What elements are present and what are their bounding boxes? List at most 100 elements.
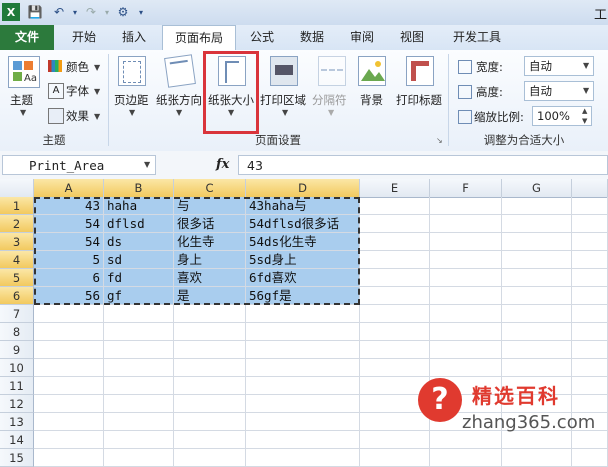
- table-cell[interactable]: [34, 413, 104, 431]
- row-header[interactable]: 12: [0, 395, 34, 413]
- table-cell[interactable]: [34, 377, 104, 395]
- paper-size-button[interactable]: 纸张大小: [208, 92, 254, 108]
- table-cell[interactable]: [34, 449, 104, 467]
- scale-spinner-icon[interactable]: ▲ ▼: [582, 106, 587, 126]
- select-all-corner[interactable]: [0, 179, 34, 197]
- breaks-icon[interactable]: [318, 56, 346, 86]
- page-setup-launcher-icon[interactable]: ↘: [436, 136, 443, 145]
- column-header[interactable]: G: [502, 179, 572, 197]
- table-cell[interactable]: sd: [104, 251, 174, 269]
- row-header[interactable]: 6: [0, 287, 34, 305]
- table-cell[interactable]: 43haha与: [246, 197, 360, 215]
- table-cell[interactable]: [502, 323, 572, 341]
- tab-data[interactable]: 数据: [290, 25, 334, 50]
- breaks-button[interactable]: 分隔符: [312, 92, 347, 108]
- table-cell[interactable]: [430, 233, 502, 251]
- table-cell[interactable]: fd: [104, 269, 174, 287]
- row-header[interactable]: 8: [0, 323, 34, 341]
- table-cell[interactable]: [360, 197, 430, 215]
- table-cell[interactable]: 6fd喜欢: [246, 269, 360, 287]
- table-cell[interactable]: 喜欢: [174, 269, 246, 287]
- table-cell[interactable]: [430, 323, 502, 341]
- row-header[interactable]: 15: [0, 449, 34, 467]
- tab-formulas[interactable]: 公式: [240, 25, 284, 50]
- column-header[interactable]: A: [34, 179, 104, 197]
- effects-icon[interactable]: [48, 108, 64, 124]
- row-header[interactable]: 11: [0, 377, 34, 395]
- table-cell[interactable]: [246, 413, 360, 431]
- table-cell[interactable]: [572, 197, 608, 215]
- row-header[interactable]: 2: [0, 215, 34, 233]
- table-cell[interactable]: 是: [174, 287, 246, 305]
- column-header[interactable]: F: [430, 179, 502, 197]
- table-cell[interactable]: [174, 377, 246, 395]
- table-cell[interactable]: [430, 305, 502, 323]
- name-box-dropdown-icon[interactable]: ▼: [144, 160, 150, 169]
- fonts-dropdown-icon[interactable]: ▼: [94, 87, 100, 96]
- table-cell[interactable]: [34, 431, 104, 449]
- table-cell[interactable]: [430, 287, 502, 305]
- table-cell[interactable]: [174, 395, 246, 413]
- table-cell[interactable]: [34, 341, 104, 359]
- row-header[interactable]: 3: [0, 233, 34, 251]
- excel-app-icon[interactable]: X: [2, 3, 20, 21]
- table-cell[interactable]: [174, 413, 246, 431]
- table-cell[interactable]: [430, 341, 502, 359]
- table-cell[interactable]: haha: [104, 197, 174, 215]
- table-cell[interactable]: [572, 215, 608, 233]
- tab-home[interactable]: 开始: [62, 25, 106, 50]
- table-cell[interactable]: [104, 341, 174, 359]
- table-cell[interactable]: [572, 287, 608, 305]
- column-header[interactable]: E: [360, 179, 430, 197]
- orientation-dropdown-icon[interactable]: ▼: [176, 108, 182, 117]
- table-cell[interactable]: [360, 323, 430, 341]
- table-cell[interactable]: [502, 215, 572, 233]
- table-cell[interactable]: [246, 377, 360, 395]
- table-cell[interactable]: [246, 395, 360, 413]
- height-dropdown-icon[interactable]: ▼: [583, 86, 589, 95]
- table-cell[interactable]: [502, 449, 572, 467]
- table-cell[interactable]: [104, 377, 174, 395]
- row-header[interactable]: 14: [0, 431, 34, 449]
- table-cell[interactable]: [572, 323, 608, 341]
- table-cell[interactable]: [104, 431, 174, 449]
- table-cell[interactable]: [502, 251, 572, 269]
- table-cell[interactable]: [572, 305, 608, 323]
- table-cell[interactable]: [104, 395, 174, 413]
- table-cell[interactable]: [430, 197, 502, 215]
- table-cell[interactable]: 54ds化生寺: [246, 233, 360, 251]
- themes-dropdown-icon[interactable]: ▼: [20, 108, 26, 117]
- table-cell[interactable]: [360, 269, 430, 287]
- tab-view[interactable]: 视图: [390, 25, 434, 50]
- table-cell[interactable]: [502, 305, 572, 323]
- breaks-dropdown-icon[interactable]: ▼: [328, 108, 334, 117]
- table-cell[interactable]: [360, 251, 430, 269]
- table-cell[interactable]: [360, 287, 430, 305]
- width-dropdown-icon[interactable]: ▼: [583, 61, 589, 70]
- row-header[interactable]: 10: [0, 359, 34, 377]
- table-cell[interactable]: [34, 395, 104, 413]
- row-header[interactable]: 5: [0, 269, 34, 287]
- table-cell[interactable]: [174, 431, 246, 449]
- tools-icon[interactable]: ⚙: [114, 3, 132, 21]
- row-header[interactable]: 7: [0, 305, 34, 323]
- table-cell[interactable]: [174, 359, 246, 377]
- tab-developer[interactable]: 开发工具: [444, 25, 510, 50]
- background-button[interactable]: 背景: [360, 92, 383, 108]
- table-cell[interactable]: [572, 449, 608, 467]
- print-area-dropdown-icon[interactable]: ▼: [282, 108, 288, 117]
- formula-input[interactable]: 43: [238, 155, 608, 175]
- tab-file[interactable]: 文件: [0, 25, 54, 50]
- table-cell[interactable]: [430, 215, 502, 233]
- table-cell[interactable]: [104, 413, 174, 431]
- table-cell[interactable]: 5sd身上: [246, 251, 360, 269]
- table-cell[interactable]: [502, 341, 572, 359]
- tab-page-layout[interactable]: 页面布局: [162, 25, 236, 52]
- orientation-button[interactable]: 纸张方向: [156, 92, 202, 108]
- table-cell[interactable]: [502, 233, 572, 251]
- fx-icon[interactable]: fx: [216, 157, 229, 172]
- table-cell[interactable]: gf: [104, 287, 174, 305]
- background-icon[interactable]: [358, 56, 386, 86]
- table-cell[interactable]: [360, 305, 430, 323]
- tab-review[interactable]: 审阅: [340, 25, 384, 50]
